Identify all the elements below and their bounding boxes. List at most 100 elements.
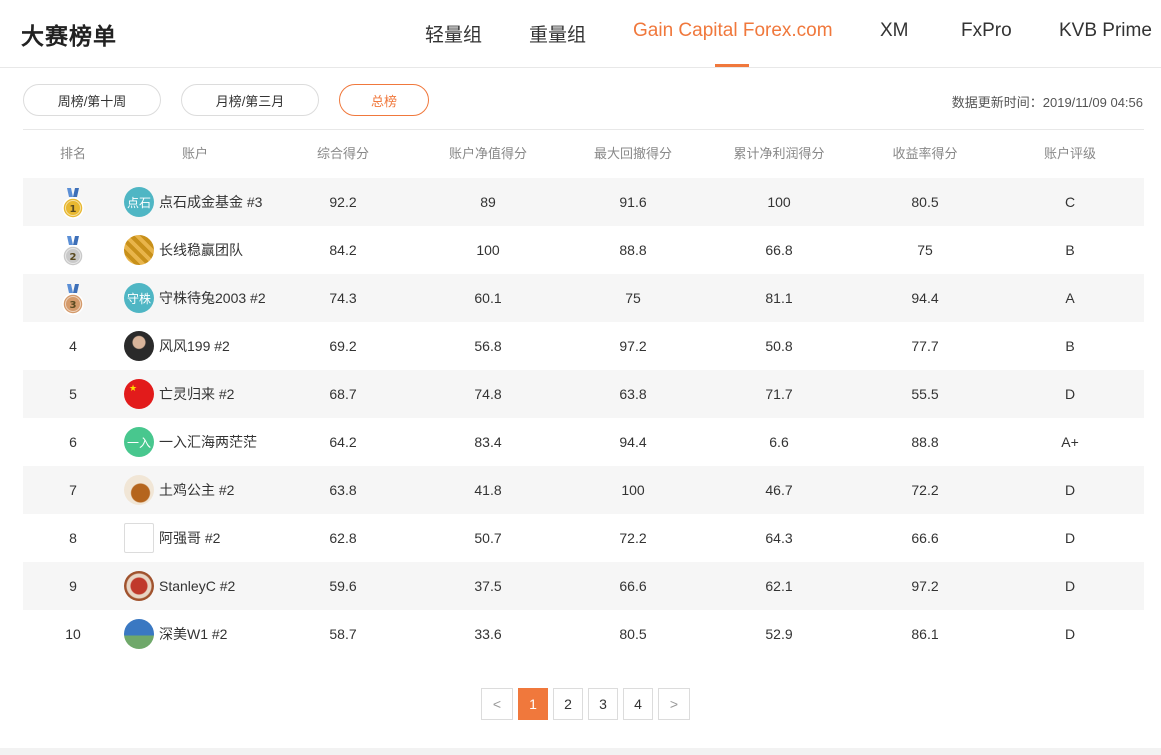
page-4-button[interactable]: 4 xyxy=(623,688,653,720)
account-name[interactable]: 土鸡公主 #2 xyxy=(159,480,234,500)
profit-score: 6.6 xyxy=(769,434,789,450)
profit-score: 64.3 xyxy=(765,530,793,546)
table-row[interactable]: 1 点石 点石成金基金 #3 92.2 89 91.6 100 80.5 C xyxy=(23,178,1144,226)
return-score: 97.2 xyxy=(911,578,939,594)
equity-score: 41.8 xyxy=(474,482,502,498)
account-cell[interactable]: 深美W1 #2 xyxy=(124,610,227,658)
account-name[interactable]: 长线稳赢团队 xyxy=(159,240,243,260)
drawdown-score: 75 xyxy=(625,290,641,306)
page-3-button[interactable]: 3 xyxy=(588,688,618,720)
drawdown-score: 72.2 xyxy=(619,530,647,546)
bronze-medal-icon: 3 xyxy=(60,284,86,316)
data-update-time: 数据更新时间：2019/11/09 04:56 xyxy=(951,95,1143,110)
column-equity-score: 账户净值得分 xyxy=(448,146,527,161)
text-avatar: 守株 xyxy=(124,283,154,313)
account-name[interactable]: 亡灵归来 #2 xyxy=(159,384,234,404)
account-name[interactable]: 一入汇海两茫茫 xyxy=(159,432,257,452)
landscape-avatar xyxy=(124,619,154,649)
total-score: 64.2 xyxy=(329,434,357,450)
prev-page-button[interactable]: < xyxy=(481,688,513,720)
return-score: 80.5 xyxy=(911,194,939,210)
profit-score: 66.8 xyxy=(765,242,793,258)
rating: A+ xyxy=(1061,434,1079,450)
chicken-avatar xyxy=(124,475,154,505)
page-title: 大赛榜单 xyxy=(21,23,117,49)
account-cell[interactable]: 土鸡公主 #2 xyxy=(124,466,234,514)
rank-number: 7 xyxy=(69,482,77,498)
overall-ranking-button[interactable]: 总榜 xyxy=(339,84,429,116)
table-row[interactable]: 10 深美W1 #2 58.7 33.6 80.5 52.9 86.1 D xyxy=(23,610,1144,658)
table-row[interactable]: 7 土鸡公主 #2 63.8 41.8 100 46.7 72.2 D xyxy=(23,466,1144,514)
silver-medal-icon: 2 xyxy=(60,236,86,268)
account-name[interactable]: 点石成金基金 #3 xyxy=(159,192,262,212)
return-score: 55.5 xyxy=(911,386,939,402)
table-row[interactable]: 9 StanleyC #2 59.6 37.5 66.6 62.1 97.2 D xyxy=(23,562,1144,610)
tab-heavyweight[interactable]: 重量组 xyxy=(529,20,586,47)
next-page-button[interactable]: > xyxy=(658,688,690,720)
account-name[interactable]: 阿强哥 #2 xyxy=(159,528,220,548)
active-tab-indicator xyxy=(715,64,749,67)
drawdown-score: 63.8 xyxy=(619,386,647,402)
tab-fxpro[interactable]: FxPro xyxy=(961,20,1012,42)
account-name[interactable]: 深美W1 #2 xyxy=(159,624,227,644)
rating: A xyxy=(1065,290,1075,306)
return-score: 66.6 xyxy=(911,530,939,546)
rank-number: 5 xyxy=(69,386,77,402)
table-row[interactable]: 3 守株 守株待兔2003 #2 74.3 60.1 75 81.1 94.4 A xyxy=(23,274,1144,322)
tab-gain-capital[interactable]: Gain Capital Forex.com xyxy=(633,20,833,42)
rating: C xyxy=(1064,194,1076,210)
account-cell[interactable]: ★ 亡灵归来 #2 xyxy=(124,370,234,418)
drawdown-score: 97.2 xyxy=(619,338,647,354)
monthly-ranking-button[interactable]: 月榜/第三月 xyxy=(181,84,319,116)
page-1-button[interactable]: 1 xyxy=(518,688,548,720)
rating: D xyxy=(1064,386,1076,402)
profit-score: 81.1 xyxy=(765,290,793,306)
account-cell[interactable]: 风风199 #2 xyxy=(124,322,230,370)
weekly-ranking-button[interactable]: 周榜/第十周 xyxy=(23,84,161,116)
tab-kvb-prime[interactable]: KVB Prime xyxy=(1059,20,1152,42)
tab-xm[interactable]: XM xyxy=(880,20,909,42)
equity-score: 89 xyxy=(480,194,496,210)
account-cell[interactable]: 长线稳赢团队 xyxy=(124,226,243,274)
rating: B xyxy=(1065,242,1075,258)
total-score: 92.2 xyxy=(329,194,357,210)
account-name[interactable]: 守株待兔2003 #2 xyxy=(159,288,266,308)
account-cell[interactable]: 守株 守株待兔2003 #2 xyxy=(124,274,266,322)
total-score: 84.2 xyxy=(329,242,357,258)
rank-number: 8 xyxy=(69,530,77,546)
account-name[interactable]: StanleyC #2 xyxy=(159,578,235,594)
table-row[interactable]: 5 ★ 亡灵归来 #2 68.7 74.8 63.8 71.7 55.5 D xyxy=(23,370,1144,418)
table-row[interactable]: 6 一入 一入汇海两茫茫 64.2 83.4 94.4 6.6 88.8 A+ xyxy=(23,418,1144,466)
account-cell[interactable]: 点石 点石成金基金 #3 xyxy=(124,178,262,226)
table-row[interactable]: 8 阿强哥 #2 62.8 50.7 72.2 64.3 66.6 D xyxy=(23,514,1144,562)
waffle-avatar xyxy=(124,235,154,265)
profit-score: 62.1 xyxy=(765,578,793,594)
tab-lightweight[interactable]: 轻量组 xyxy=(425,20,482,47)
return-score: 94.4 xyxy=(911,290,939,306)
account-cell[interactable]: 一入 一入汇海两茫茫 xyxy=(124,418,257,466)
total-score: 62.8 xyxy=(329,530,357,546)
equity-score: 74.8 xyxy=(474,386,502,402)
page-2-button[interactable]: 2 xyxy=(553,688,583,720)
equity-score: 33.6 xyxy=(474,626,502,642)
profit-score: 52.9 xyxy=(765,626,793,642)
avatar-text: 守株 xyxy=(126,291,151,306)
account-cell[interactable]: StanleyC #2 xyxy=(124,562,235,610)
return-score: 88.8 xyxy=(911,434,939,450)
return-score: 72.2 xyxy=(911,482,939,498)
table-row[interactable]: 4 风风199 #2 69.2 56.8 97.2 50.8 77.7 B xyxy=(23,322,1144,370)
column-rating: 账户评级 xyxy=(1043,146,1096,161)
profit-score: 46.7 xyxy=(765,482,793,498)
account-name[interactable]: 风风199 #2 xyxy=(159,336,230,356)
rating: D xyxy=(1064,530,1076,546)
rating: B xyxy=(1065,338,1075,354)
svg-text:3: 3 xyxy=(70,300,77,311)
table-header: 排名 账户 综合得分 账户净值得分 最大回撤得分 累计净利润得分 收益率得分 账… xyxy=(23,130,1144,178)
rating: D xyxy=(1064,482,1076,498)
top-header: 大赛榜单 轻量组 重量组 Gain Capital Forex.com XM F… xyxy=(0,0,1161,68)
total-score: 69.2 xyxy=(329,338,357,354)
account-cell[interactable]: 阿强哥 #2 xyxy=(124,514,220,562)
table-row[interactable]: 2 长线稳赢团队 84.2 100 88.8 66.8 75 B xyxy=(23,226,1144,274)
broken-image-avatar xyxy=(124,523,154,553)
total-score: 58.7 xyxy=(329,626,357,642)
